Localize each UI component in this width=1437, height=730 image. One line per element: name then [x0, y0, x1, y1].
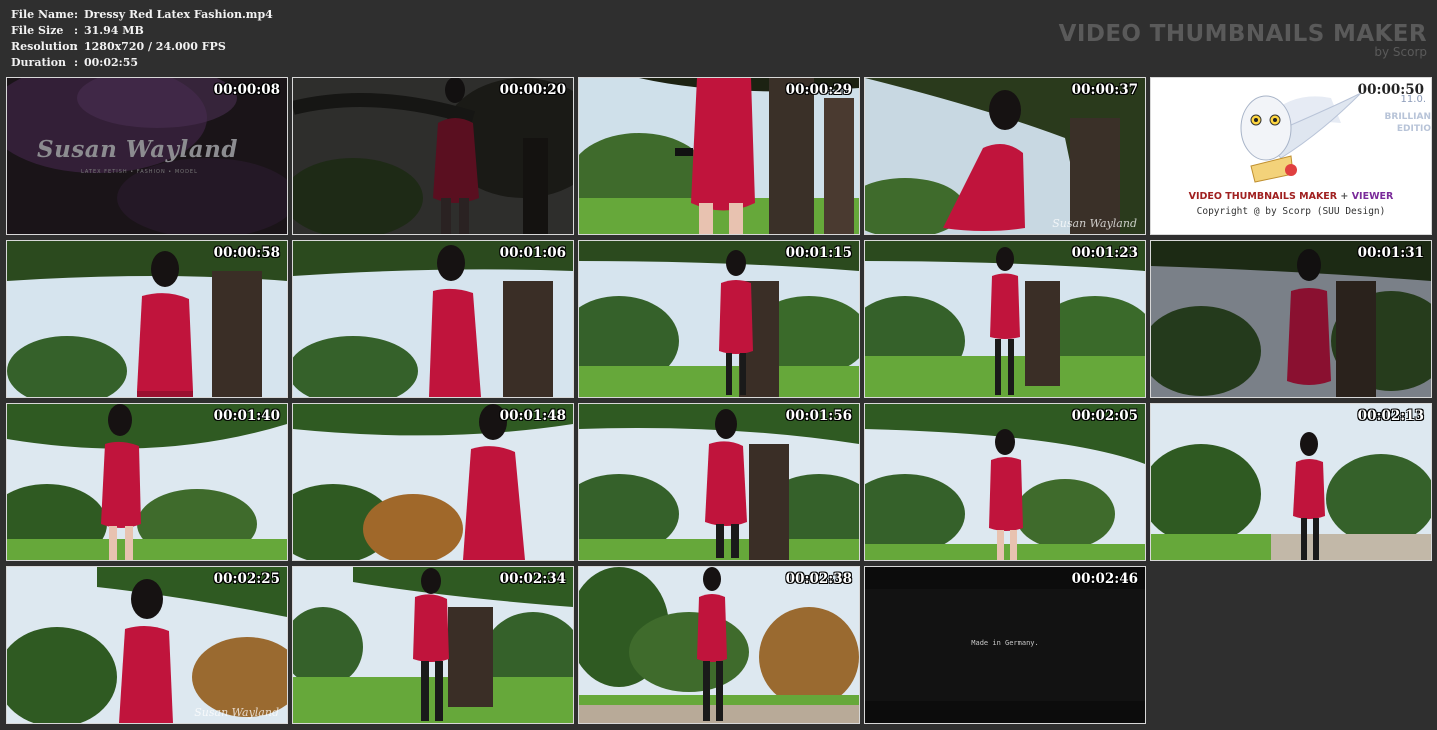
timestamp: 00:01:15 — [785, 245, 852, 261]
info-label: Duration — [11, 56, 67, 69]
intro-logo-text: Susan Wayland — [37, 136, 238, 163]
thumbnail[interactable]: 00:02:13 — [1150, 403, 1432, 561]
thumbnail[interactable]: 00:01:15 — [578, 240, 860, 398]
timestamp: 00:01:40 — [213, 408, 280, 424]
frame-scene — [865, 241, 1145, 397]
info-value: 1280x720 / 24.000 FPS — [84, 40, 226, 53]
thumbnail[interactable]: Susan Wayland 00:00:37 — [864, 77, 1146, 235]
watermark: Susan Wayland — [194, 706, 279, 719]
brand-watermark: VIDEO THUMBNAILS MAKER by Scorp — [1059, 20, 1427, 58]
vtm-edition: BRILLIAN EDITIO — [1385, 111, 1431, 135]
thumbnail[interactable]: Susan Wayland 00:02:25 — [6, 566, 288, 724]
timestamp: 00:00:20 — [499, 82, 566, 98]
vtm-title-viewer: VIEWER — [1351, 191, 1394, 202]
timestamp: 00:01:23 — [1071, 245, 1138, 261]
thumbnail[interactable]: 00:01:56 — [578, 403, 860, 561]
frame-scene — [579, 241, 859, 397]
timestamp: 00:02:05 — [1071, 408, 1138, 424]
vtm-title: VIDEO THUMBNAILS MAKER + VIEWER — [1151, 191, 1431, 202]
timestamp: 00:02:38 — [785, 571, 852, 587]
thumbnail[interactable]: 00:00:20 — [292, 77, 574, 235]
watermark: Susan Wayland — [1052, 217, 1137, 230]
frame-scene — [7, 404, 287, 560]
timestamp: 00:02:13 — [1357, 408, 1424, 424]
timestamp: 00:00:08 — [213, 82, 280, 98]
frame-scene — [579, 78, 859, 234]
frame-scene — [579, 404, 859, 560]
timestamp: 00:02:25 — [213, 571, 280, 587]
frame-scene — [1151, 404, 1431, 560]
frame-scene — [7, 567, 287, 723]
timestamp: 00:01:31 — [1357, 245, 1424, 261]
thumbnail[interactable]: 00:01:48 — [292, 403, 574, 561]
timestamp: 00:02:34 — [499, 571, 566, 587]
frame-scene — [293, 567, 573, 723]
frame-scene — [293, 78, 573, 234]
info-label: File Size — [11, 24, 64, 37]
vtm-title-plus: + — [1340, 191, 1349, 202]
intro-logo-tagline: LATEX FETISH • FASHION • MODEL — [81, 169, 198, 175]
vtm-copyright: Copyright @ by Scorp (SUU Design) — [1196, 206, 1386, 217]
info-value: Dressy Red Latex Fashion.mp4 — [84, 8, 273, 21]
info-label: File Name — [11, 8, 74, 21]
thumbnail[interactable]: 00:01:31 — [1150, 240, 1432, 398]
info-label: Resolution — [11, 40, 78, 53]
file-size-row: File Size:31.94 MB — [11, 24, 144, 37]
thumbnail[interactable]: 00:01:40 — [6, 403, 288, 561]
thumbnail[interactable]: Made in Germany. 00:02:46 — [864, 566, 1146, 724]
thumbnail[interactable]: 11.0. BRILLIAN EDITIO VIDEO THUMBNAILS M… — [1150, 77, 1432, 235]
timestamp: 00:01:48 — [499, 408, 566, 424]
duration-row: Duration:00:02:55 — [11, 56, 139, 69]
frame-scene — [865, 404, 1145, 560]
end-card-caption: Made in Germany. — [971, 639, 1039, 647]
thumbnail[interactable]: 00:02:38 — [578, 566, 860, 724]
thumbnail[interactable]: 00:01:23 — [864, 240, 1146, 398]
vtm-edition-line: BRILLIAN — [1384, 112, 1431, 122]
timestamp: 00:00:29 — [785, 82, 852, 98]
vtm-title-main: VIDEO THUMBNAILS MAKER — [1188, 191, 1338, 202]
resolution-row: Resolution:1280x720 / 24.000 FPS — [11, 40, 226, 53]
frame-scene — [579, 567, 859, 723]
brand-title: VIDEO THUMBNAILS MAKER — [1058, 21, 1427, 47]
frame-scene — [293, 241, 573, 397]
timestamp: 00:01:06 — [499, 245, 566, 261]
thumbnail[interactable]: 00:00:29 — [578, 77, 860, 235]
thumbnail[interactable]: Susan Wayland LATEX FETISH • FASHION • M… — [6, 77, 288, 235]
frame-scene — [1151, 241, 1431, 397]
info-value: 31.94 MB — [84, 24, 144, 37]
thumbnail[interactable]: 00:00:58 — [6, 240, 288, 398]
thumbnail[interactable]: 00:02:05 — [864, 403, 1146, 561]
thumbnail-grid: Susan Wayland LATEX FETISH • FASHION • M… — [6, 77, 1432, 724]
timestamp: 00:01:56 — [785, 408, 852, 424]
frame-scene — [865, 78, 1145, 234]
timestamp: 00:00:50 — [1357, 82, 1424, 98]
file-info: File Name: Dressy Red Latex Fashion.mp4 F… — [11, 7, 273, 71]
vtm-edition-line: EDITIO — [1396, 124, 1431, 134]
frame-scene — [7, 241, 287, 397]
info-value: 00:02:55 — [84, 56, 139, 69]
thumbnail[interactable]: 00:01:06 — [292, 240, 574, 398]
timestamp: 00:02:46 — [1071, 571, 1138, 587]
frame-scene — [293, 404, 573, 560]
timestamp: 00:00:58 — [213, 245, 280, 261]
file-name-row: File Name: Dressy Red Latex Fashion.mp4 — [11, 8, 273, 21]
thumbnail[interactable]: 00:02:34 — [292, 566, 574, 724]
timestamp: 00:00:37 — [1071, 82, 1138, 98]
